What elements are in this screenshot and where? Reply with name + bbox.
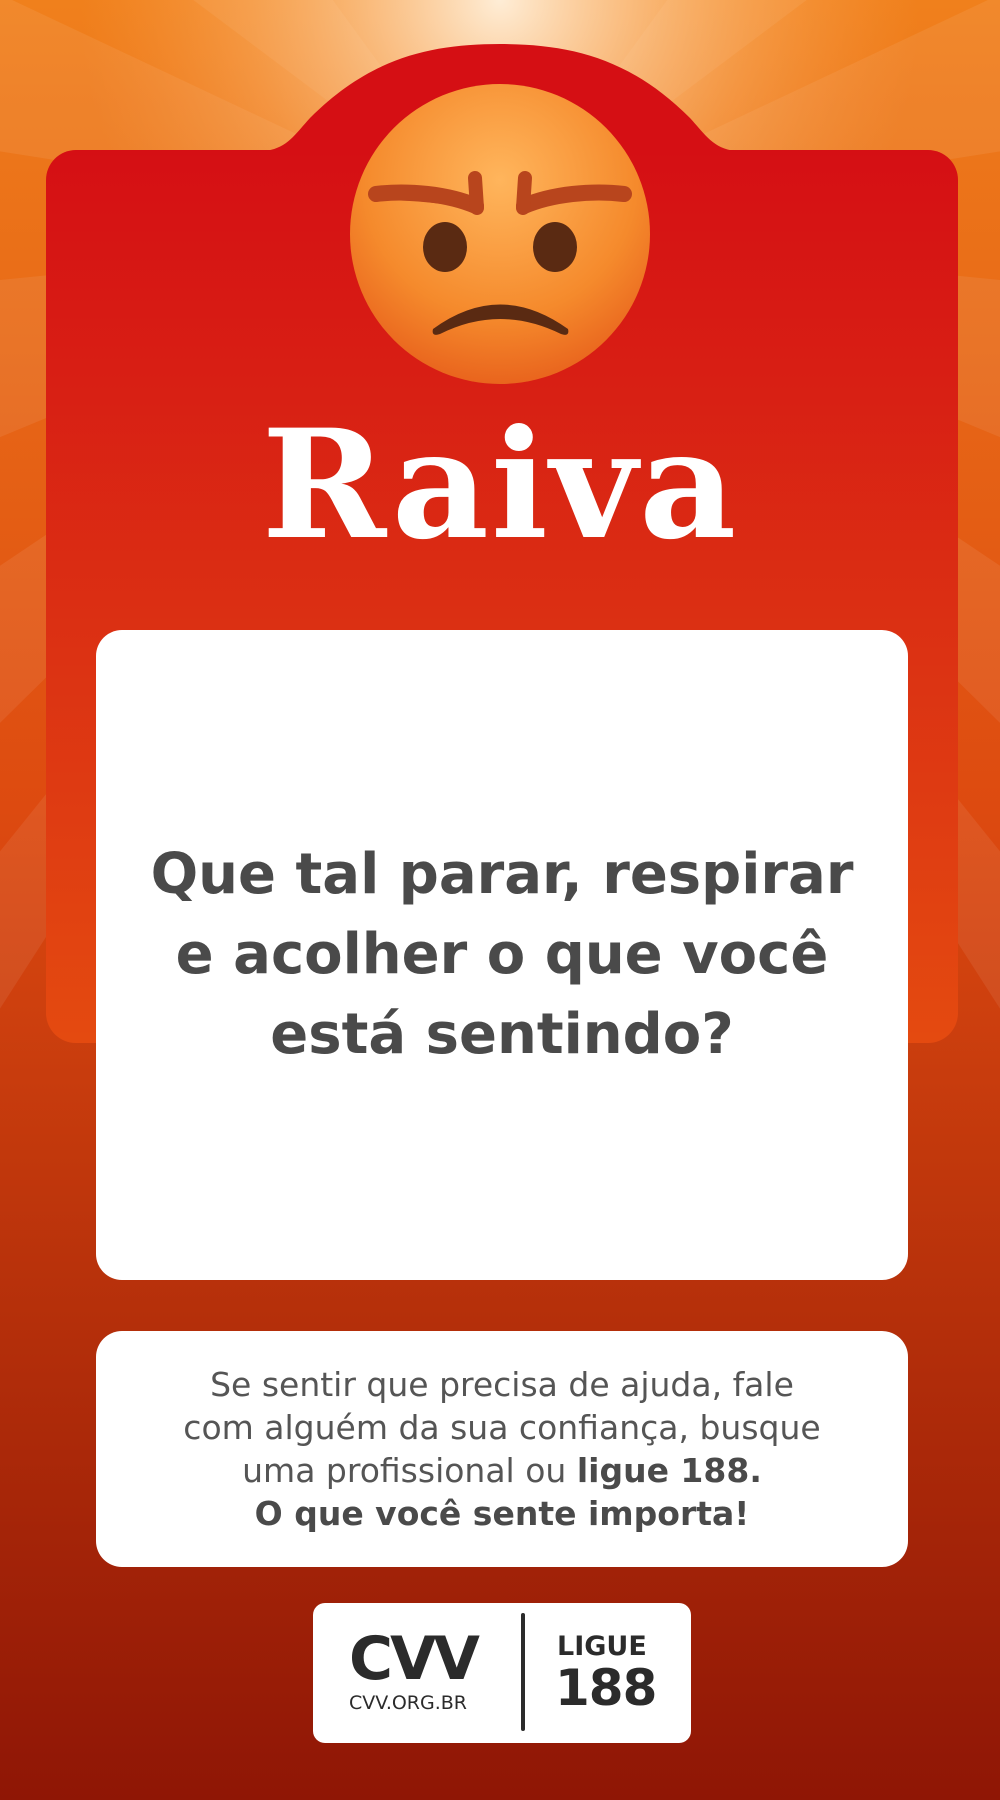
message-box: Que tal parar, respirar e acolher o que … (96, 630, 908, 1280)
help-text: Se sentir que precisa de ajuda, fale com… (122, 1363, 882, 1535)
help-line-3: uma profissional ou (242, 1451, 577, 1490)
help-line-3-bold: ligue 188. (576, 1451, 762, 1490)
call-label: LIGUE (557, 1631, 647, 1662)
help-line-4-bold: O que você sente importa! (254, 1494, 750, 1533)
cvv-url: CVV.ORG.BR (349, 1692, 468, 1714)
message-text: Que tal parar, respirar e acolher o que … (150, 842, 854, 1067)
call-number: 188 (555, 1659, 657, 1717)
help-box: Se sentir que precisa de ajuda, fale com… (96, 1331, 908, 1567)
emotion-title: Raiva (261, 397, 739, 573)
cvv-logo: CVV CVV.ORG.BR LIGUE 188 (313, 1603, 691, 1743)
help-line-2: com alguém da sua confiança, busque (183, 1408, 821, 1447)
angry-face-icon (350, 84, 650, 384)
cvv-wordmark: CVV (349, 1624, 480, 1694)
help-line-1: Se sentir que precisa de ajuda, fale (210, 1365, 794, 1404)
logo-divider (521, 1613, 525, 1731)
